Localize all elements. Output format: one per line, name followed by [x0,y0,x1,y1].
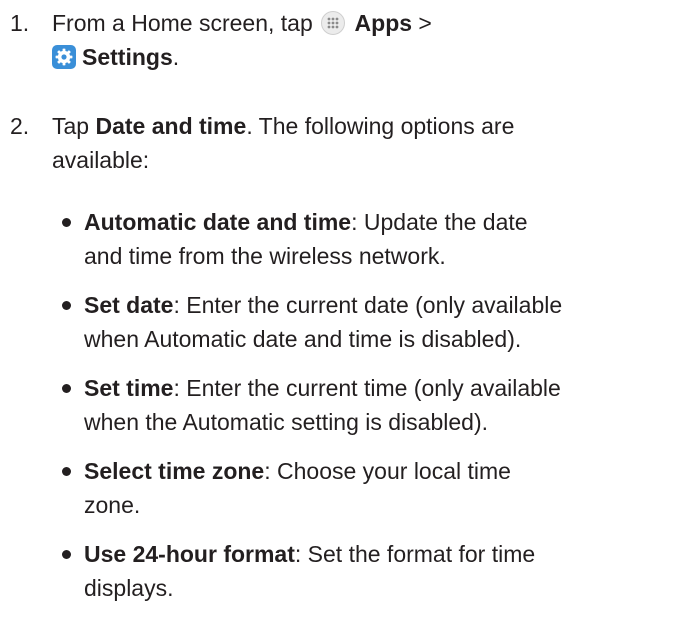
option-description: displays. [84,575,174,601]
option-text: Select time zone: Choose your local time… [84,454,679,522]
step-text-fragment: > [412,10,432,36]
option-description: : Choose your local time [264,458,511,484]
step-line: available: [52,143,672,177]
step-1: 1. From a Home screen, tap Apps > Settin… [0,6,685,76]
step-number: 1. [10,10,30,36]
option-term: Set date [84,292,174,318]
bullet-icon [62,467,71,476]
bullet-icon [62,301,71,310]
option-text: Set date: Enter the current date (only a… [84,288,679,356]
step-text-fragment: . The following options are [246,113,515,139]
option-text: Set time: Enter the current time (only a… [84,371,679,439]
step-text-fragment: Tap [52,113,96,139]
settings-label: Settings [82,44,173,70]
option-text: Use 24-hour format: Set the format for t… [84,537,679,605]
step-text-fragment: . [172,44,180,70]
option-description: and time from the wireless network. [84,243,446,269]
option-term: Select time zone [84,458,265,484]
apps-label: Apps [354,10,413,36]
bullet-icon [62,550,71,559]
option-text: Automatic date and time: Update the date… [84,205,679,273]
bullet-icon [62,218,71,227]
option-term: Use 24-hour format [84,541,295,567]
option-term: Set time [84,375,174,401]
option-description: zone. [84,492,141,518]
step-text: Tap Date and time. The following options… [52,109,672,177]
option-description: : Enter the current date (only available [173,292,563,318]
date-and-time-label: Date and time [95,113,247,139]
step-text: From a Home screen, tap Apps > Settings. [52,6,672,74]
step-2: 2. Tap Date and time. The following opti… [0,109,685,179]
option-term: Automatic date and time [84,209,352,235]
option-description: when Automatic date and time is disabled… [84,326,522,352]
step-line: From a Home screen, tap Apps > [52,6,672,40]
gear-icon [52,45,76,69]
step-text-fragment: available: [52,147,150,173]
bullet-icon [62,384,71,393]
step-line: Settings. [52,40,672,74]
step-line: Tap Date and time. The following options… [52,109,672,143]
option-description: : Update the date [351,209,528,235]
option-description: when the Automatic setting is disabled). [84,409,489,435]
apps-icon [321,11,346,35]
step-number: 2. [10,113,30,139]
option-description: : Set the format for time [294,541,536,567]
option-description: : Enter the current time (only available [173,375,561,401]
step-text-fragment: From a Home screen, tap [52,10,320,36]
